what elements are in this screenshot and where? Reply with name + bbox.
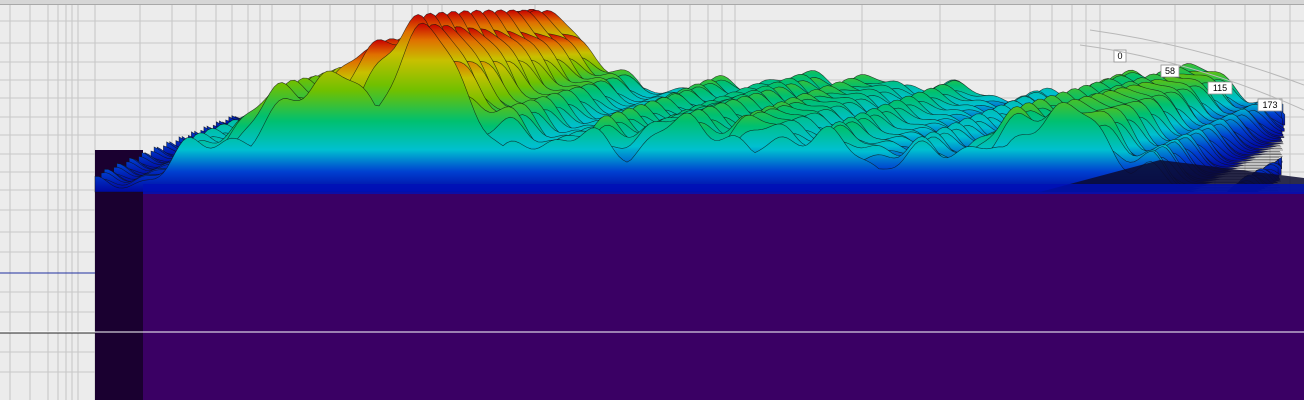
waterfall-surface: [94, 9, 1304, 194]
plot-floor: [95, 192, 1304, 400]
floor-band: [143, 184, 1304, 194]
z-tick-label: 173: [1262, 100, 1277, 110]
z-tick-label: 0: [1117, 51, 1122, 61]
z-tick-label: 115: [1213, 83, 1227, 93]
waterfall-plot: 0 58 115 173: [0, 5, 1304, 400]
z-tick-label: 58: [1165, 66, 1175, 76]
